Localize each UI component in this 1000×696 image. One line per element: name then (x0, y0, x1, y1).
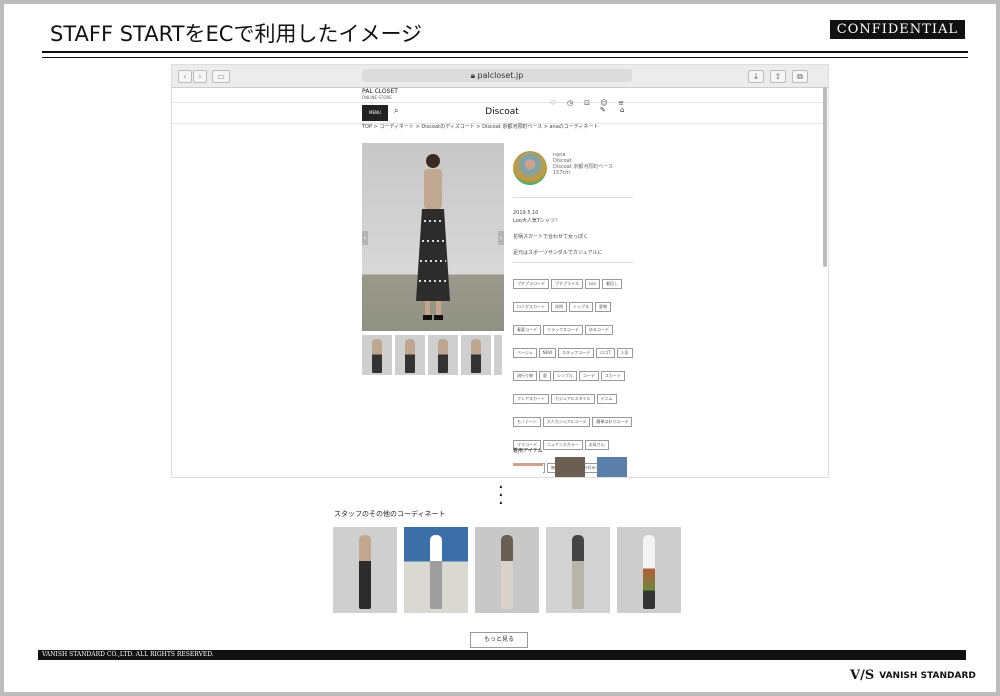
tag-chip[interactable]: 花柄 (551, 302, 567, 312)
tag-chip[interactable]: プチプラコーデ (513, 279, 549, 289)
search-icon[interactable]: ⌕ (394, 106, 398, 116)
tabs-icon[interactable]: ⧉ (792, 70, 808, 83)
coordinate-photo[interactable] (333, 527, 397, 613)
thumbnail[interactable] (362, 335, 392, 375)
tag-chip[interactable]: スタッフコーデ (558, 348, 595, 358)
post-line: Loo大人気Tシャツ！ (513, 218, 560, 224)
scrollbar[interactable] (823, 87, 827, 267)
tag-chip[interactable]: ロングスカート (513, 302, 549, 312)
coordinate-photo[interactable] (404, 527, 469, 613)
staff-profile: nana Discoat Discoat 京都河原町ベース 157cm (553, 152, 613, 176)
menu-button[interactable]: MENU (362, 105, 388, 121)
tag-chip[interactable]: ニュアンスカラー (543, 440, 583, 450)
logo-text: VANISH STANDARD (879, 671, 976, 681)
post-date: 2019.5.10 (513, 210, 539, 216)
staff-height: 157cm (553, 170, 571, 176)
tag-chip[interactable]: フレアスカート (513, 394, 549, 404)
coordinate-photo[interactable] (475, 527, 540, 613)
vs-mark-icon: V/S (850, 668, 875, 683)
site-nav: MENU ⌕ Discoat ✎ ⌂ (172, 103, 828, 124)
divider (42, 57, 968, 58)
coordinate-photo[interactable] (546, 527, 611, 613)
brand-name[interactable]: Discoat (472, 107, 532, 117)
blog-icon[interactable]: ✎ (600, 106, 606, 114)
thumbnail-strip (362, 335, 505, 379)
vanish-standard-logo: V/S VANISH STANDARD (850, 668, 976, 683)
tag-chip[interactable]: NEW (538, 348, 557, 358)
logo-sub: ONLINE STORE (362, 95, 392, 100)
other-coordinates-heading: スタッフのその他のコーディネート (334, 510, 446, 518)
divider (513, 262, 633, 263)
tag-chip[interactable]: モノトーン (513, 417, 541, 427)
thumbnail[interactable] (428, 335, 458, 375)
more-button[interactable]: もっと見る (470, 632, 528, 648)
coordinate-photo[interactable] (617, 527, 682, 613)
forward-icon[interactable]: › (193, 70, 207, 83)
tag-chip[interactable]: ベージュ (513, 348, 537, 358)
tag-chip[interactable]: トップス (569, 302, 593, 312)
tag-chip[interactable]: カジュアルスタイル (551, 394, 595, 404)
logo-text: PAL CLOSET (362, 88, 398, 95)
thumbnail[interactable] (494, 335, 502, 375)
prev-arrow-icon[interactable]: ‹ (362, 231, 368, 245)
coordinate-figure (416, 154, 450, 320)
tag-chip[interactable]: 大人カジュアルコーデ (542, 417, 591, 427)
back-icon[interactable]: ‹ (178, 70, 192, 83)
tag-chip[interactable]: コーデ (578, 371, 599, 381)
tag-chip[interactable]: 流行り物 (513, 371, 537, 381)
tag-chip[interactable]: プチプライス (551, 279, 583, 289)
breadcrumb: TOP > コーディネート > Discoatのディスコート > Discoat… (362, 124, 599, 130)
url-text: palcloset.jp (477, 71, 524, 80)
download-icon[interactable]: ↓ (748, 70, 764, 83)
tag-chip[interactable]: 着回し (601, 279, 622, 289)
tag-chip[interactable]: ロゴT (596, 348, 615, 358)
tag-chip[interactable]: 春夏コーデ (513, 325, 541, 335)
other-coordinates (333, 527, 683, 617)
divider (42, 51, 968, 53)
thumbnail[interactable] (461, 335, 491, 375)
thumbnail[interactable] (395, 335, 425, 375)
browser-window: ‹ › ▭ 🔒︎ palcloset.jp ↓ ⇧ ⧉ PAL CLOSET ON… (171, 64, 829, 478)
tag-chip[interactable]: シンプル (553, 371, 577, 381)
tag-chip[interactable]: ゆるコーデ (584, 325, 613, 335)
items-heading: 着用アイテム (513, 448, 543, 454)
tag-chip[interactable]: リラックスコーデ (543, 325, 583, 335)
tag-chip[interactable]: 夏 (539, 371, 551, 381)
tag-chip[interactable]: 簡単はおりコーデ (592, 417, 633, 427)
item-thumbnail[interactable] (597, 457, 627, 477)
avatar[interactable] (513, 151, 547, 185)
tag-chip[interactable]: Loo (584, 279, 600, 289)
sidebar-icon[interactable]: ▭ (212, 70, 230, 83)
item-thumbnail[interactable] (555, 457, 585, 477)
home-icon[interactable]: ⌂ (620, 106, 624, 114)
post-line: 花柄スカートで合わせて女っぽく (513, 234, 589, 240)
confidential-badge: CONFIDENTIAL (829, 20, 965, 39)
tag-chip[interactable]: スカート (600, 371, 625, 381)
tag-chip[interactable]: お母さん (584, 440, 609, 450)
worn-items (513, 457, 639, 477)
tag-chip[interactable]: 夏物 (595, 302, 611, 312)
item-thumbnail[interactable] (513, 457, 543, 477)
lock-icon: 🔒︎ (470, 71, 475, 80)
ellipsis-icon: · · · (498, 477, 504, 514)
site-logo[interactable]: PAL CLOSET ONLINE STORE (362, 89, 398, 101)
post-body: 2019.5.10 Loo大人気Tシャツ！ 花柄スカートで合わせて女っぽく 足元… (513, 209, 602, 257)
tag-chip[interactable]: 人気 (616, 348, 633, 358)
site-header: PAL CLOSET ONLINE STORE ♡ ◷ ⊡ ☺︎ ≡ (172, 88, 828, 107)
divider (513, 197, 633, 198)
browser-toolbar: ‹ › ▭ 🔒︎ palcloset.jp ↓ ⇧ ⧉ (172, 65, 828, 88)
next-arrow-icon[interactable]: › (498, 231, 504, 245)
address-bar[interactable]: 🔒︎ palcloset.jp (362, 69, 632, 82)
tag-chip[interactable]: デニム (596, 394, 617, 404)
footer-bar: VANISH STANDARD CO.,LTD. ALL RIGHTS RESE… (38, 650, 966, 660)
post-line: 足元はスポーツサンダルでカジュアルに (513, 250, 603, 256)
slide-title: STAFF STARTをECで利用したイメージ (50, 22, 423, 46)
share-icon[interactable]: ⇧ (770, 70, 786, 83)
main-photo: ‹ › (362, 143, 504, 331)
